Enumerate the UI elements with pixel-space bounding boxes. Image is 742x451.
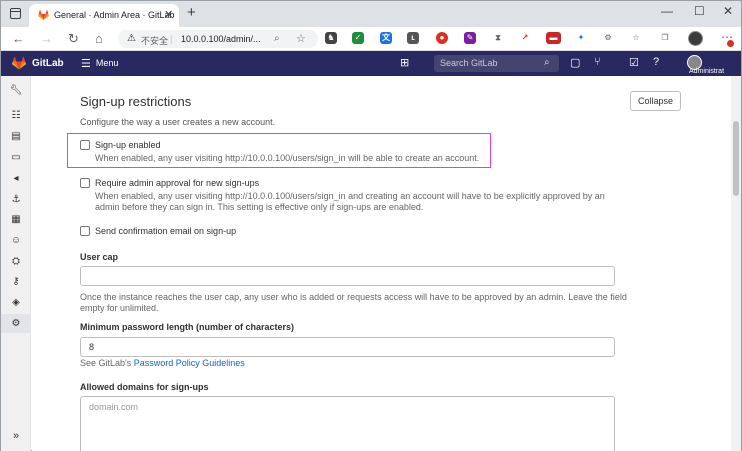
gitlab-header: GitLab ☰ Menu ⊞ Search GitLab ⌕ ▢ ⑂ ☑ ? A… xyxy=(1,51,741,76)
signup-enabled-checkbox[interactable] xyxy=(80,140,90,150)
extension-icon[interactable]: ♞ xyxy=(325,32,337,44)
search-input[interactable]: Search GitLab ⌕ xyxy=(434,55,559,72)
main-content: Sign-up restrictions Configure the way a… xyxy=(32,76,731,451)
tab-strip: General · Admin Area · GitLab ✕ + — ☐ ✕ xyxy=(1,1,741,27)
admin-approval-help-line2: admin before they can sign in. This sett… xyxy=(95,202,424,212)
user-cap-help-line2: empty for unlimited. xyxy=(80,303,159,313)
warning-icon[interactable]: ⚠ xyxy=(127,33,136,44)
gitlab-favicon-icon xyxy=(38,10,49,21)
hooks-icon[interactable]: ⚓︎ xyxy=(1,190,31,209)
extension-icon[interactable]: ▬ xyxy=(546,32,561,44)
browser-window: General · Admin Area · GitLab ✕ + — ☐ ✕ … xyxy=(0,0,742,451)
insecure-label: 不安全 xyxy=(141,36,169,46)
double-chevron-right-icon[interactable]: » xyxy=(1,430,31,442)
profile-avatar[interactable] xyxy=(688,31,703,46)
scrollbar-thumb[interactable] xyxy=(733,121,739,196)
back-icon[interactable]: ← xyxy=(12,31,25,47)
favorites-icon[interactable]: ☆ xyxy=(630,32,642,44)
section-title: Sign-up restrictions xyxy=(80,94,192,109)
close-icon[interactable]: ✕ xyxy=(723,4,733,18)
translate-extension-icon[interactable]: 文 xyxy=(380,32,392,44)
collapse-button[interactable]: Collapse xyxy=(630,91,681,111)
admin-sidebar: 🔧︎ ☷ ▤ ▭ ◂ ⚓︎ ▦ ☺ ⛭ ⚷ ◈ ⚙ » xyxy=(1,76,31,451)
user-cap-help-line1: Once the instance reaches the user cap, … xyxy=(80,292,627,302)
user-cap-input[interactable] xyxy=(80,266,615,286)
notification-badge xyxy=(727,40,734,47)
merge-requests-icon[interactable]: ⑂ xyxy=(594,56,601,68)
confirm-email-checkbox[interactable] xyxy=(80,226,90,236)
allowed-domains-textarea[interactable]: domain.com xyxy=(80,396,615,451)
hamburger-icon: ☰ xyxy=(81,58,91,70)
overview-icon[interactable]: ☷ xyxy=(1,106,31,125)
browser-tab[interactable]: General · Admin Area · GitLab ✕ xyxy=(29,4,179,27)
section-description: Configure the way a user creates a new a… xyxy=(80,117,276,127)
gitlab-brand[interactable]: GitLab xyxy=(32,58,64,69)
todos-icon[interactable]: ☑ xyxy=(629,56,639,69)
url-text[interactable]: 10.0.0.100/admin/... xyxy=(181,34,261,44)
confirm-email-label[interactable]: Send confirmation email on sign-up xyxy=(95,226,236,236)
search-icon: ⌕ xyxy=(544,57,550,68)
extension-icon[interactable]: ● xyxy=(436,32,448,44)
page-scrollbar[interactable] xyxy=(731,76,741,451)
messages-icon[interactable]: ◂ xyxy=(1,169,31,188)
admin-approval-label[interactable]: Require admin approval for new sign-ups xyxy=(95,178,259,188)
extension-icon[interactable]: ✦ xyxy=(575,32,587,44)
menu-label: Menu xyxy=(95,58,119,68)
extension-icon[interactable]: ʟ xyxy=(407,32,419,44)
collections-icon[interactable]: ❐ xyxy=(659,32,671,44)
tab-actions-icon[interactable] xyxy=(10,8,21,19)
tab-title: General · Admin Area · GitLab xyxy=(54,10,175,20)
user-cap-label: User cap xyxy=(80,252,119,262)
analytics-icon[interactable]: ▤ xyxy=(1,127,31,146)
extension-icon[interactable]: ↗ xyxy=(519,32,531,44)
min-password-input[interactable]: 8 xyxy=(80,337,615,357)
labels-icon[interactable]: ◈ xyxy=(1,293,31,312)
issues-icon[interactable]: ▢ xyxy=(570,56,580,69)
search-placeholder: Search GitLab xyxy=(440,58,498,68)
home-icon[interactable]: ⌂ xyxy=(95,31,103,47)
min-password-label: Minimum password length (number of chara… xyxy=(80,322,295,332)
kubernetes-icon[interactable]: ⛭ xyxy=(1,252,31,271)
tab-close-icon[interactable]: ✕ xyxy=(164,8,173,21)
menu-button[interactable]: ☰ Menu xyxy=(81,57,118,70)
reload-icon[interactable]: ↻ xyxy=(68,31,79,47)
extension-icon[interactable]: ⧗ xyxy=(492,32,504,44)
deploy-keys-icon[interactable]: ⚷ xyxy=(1,272,31,291)
help-icon[interactable]: ? xyxy=(653,56,659,68)
min-password-help: See GitLab's Password Policy Guidelines xyxy=(80,358,245,368)
minimize-icon[interactable]: — xyxy=(661,4,673,18)
signup-enabled-help: When enabled, any user visiting http://1… xyxy=(95,153,480,163)
bookmark-star-icon[interactable]: ☆ xyxy=(296,32,306,45)
gitlab-logo-icon[interactable] xyxy=(12,57,26,70)
admin-approval-checkbox[interactable] xyxy=(80,178,90,188)
signup-enabled-label[interactable]: Sign-up enabled xyxy=(95,140,161,150)
maximize-icon[interactable]: ☐ xyxy=(694,4,705,18)
browser-toolbar: ← → ↻ ⌂ ⚠ 不安全 | 10.0.0.100/admin/... ⌕ ☆… xyxy=(1,27,741,51)
abuse-icon[interactable]: ☺ xyxy=(1,231,31,250)
monitoring-icon[interactable]: ▭ xyxy=(1,148,31,167)
admin-approval-help-line1: When enabled, any user visiting http://1… xyxy=(95,191,605,201)
zoom-icon[interactable]: ⌕ xyxy=(274,33,280,44)
puzzle-icon[interactable]: ⚙ xyxy=(602,32,614,44)
user-label[interactable]: Administrat xyxy=(689,68,724,75)
extension-icon[interactable]: ✎ xyxy=(464,32,476,44)
new-dropdown-icon[interactable]: ⊞ xyxy=(400,56,409,69)
shield-extension-icon[interactable]: ✓ xyxy=(352,32,364,44)
plus-icon[interactable]: + xyxy=(187,5,196,21)
settings-icon[interactable]: ⚙ xyxy=(1,314,31,333)
password-policy-link[interactable]: Password Policy Guidelines xyxy=(134,358,245,368)
wrench-icon[interactable]: 🔧︎ xyxy=(1,81,31,100)
forward-icon[interactable]: → xyxy=(40,31,53,47)
address-bar[interactable]: ⚠ 不安全 | 10.0.0.100/admin/... ⌕ ☆ xyxy=(118,30,318,48)
applications-icon[interactable]: ▦ xyxy=(1,210,31,229)
allowed-domains-label: Allowed domains for sign-ups xyxy=(80,382,209,392)
